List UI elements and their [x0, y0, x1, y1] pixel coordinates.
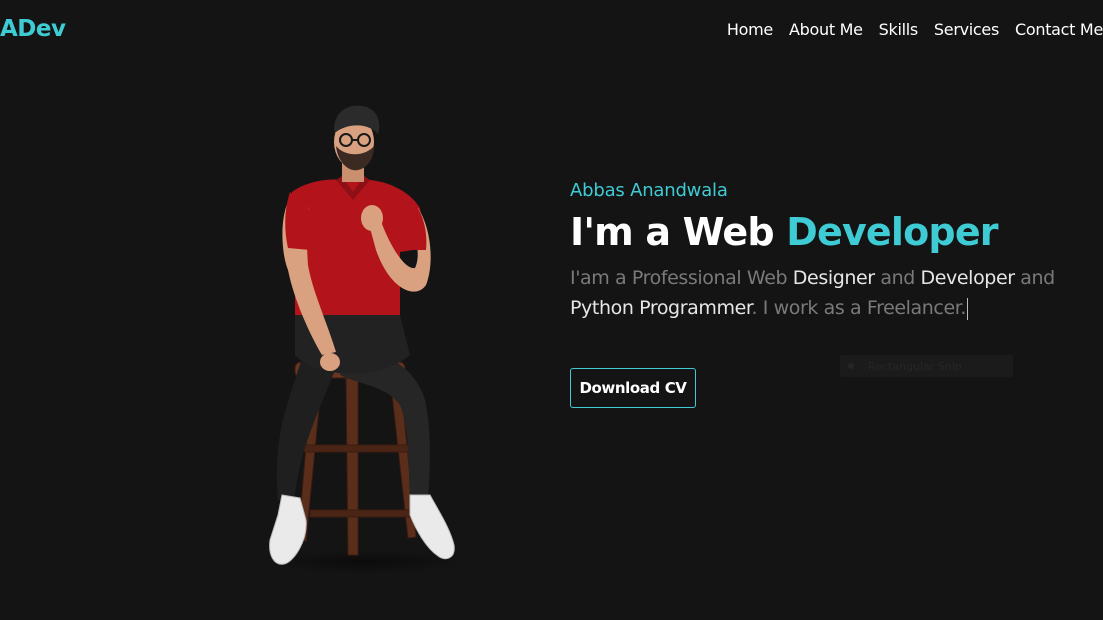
hero-heading-prefix: I'm a Web [570, 210, 787, 254]
desc-designer: Designer [792, 267, 875, 289]
typing-cursor [967, 297, 969, 320]
snip-icon [848, 363, 854, 369]
snip-tooltip-overlay: Rectangular Snip [840, 355, 1013, 377]
desc-part-2: and [874, 267, 921, 289]
nav-link-skills[interactable]: Skills [879, 20, 919, 39]
person-on-stool-illustration [265, 105, 465, 574]
hero-heading-accent: Developer [786, 210, 998, 254]
portfolio-page: ADev Home About Me Skills Services Conta… [0, 0, 1103, 620]
site-logo[interactable]: ADev [0, 16, 66, 42]
hero-name: Abbas Anandwala [570, 180, 728, 201]
hero-heading: I'm a Web Developer [570, 209, 1103, 255]
desc-python-programmer: Python Programmer [570, 297, 752, 319]
nav-link-home[interactable]: Home [727, 20, 773, 39]
nav-link-about[interactable]: About Me [789, 20, 863, 39]
navbar: ADev Home About Me Skills Services Conta… [0, 0, 1103, 62]
hero-profile-image [250, 100, 480, 580]
nav-link-services[interactable]: Services [934, 20, 999, 39]
nav-link-contact[interactable]: Contact Me [1015, 20, 1103, 39]
desc-part-3: and [1014, 267, 1055, 289]
download-cv-button[interactable]: Download CV [570, 368, 696, 408]
snip-tooltip-text: Rectangular Snip [868, 359, 962, 373]
desc-developer: Developer [920, 267, 1016, 289]
desc-part-1: I'am a Professional Web [570, 267, 793, 289]
desc-part-4: . I work as a Freelancer. [751, 297, 967, 319]
nav-menu: Home About Me Skills Services Contact Me [711, 20, 1103, 39]
hero-intro: Abbas Anandwala I'm a Web Developer I'am… [570, 180, 1103, 408]
hero-description: I'am a Professional Web Designer and Dev… [570, 263, 1103, 323]
